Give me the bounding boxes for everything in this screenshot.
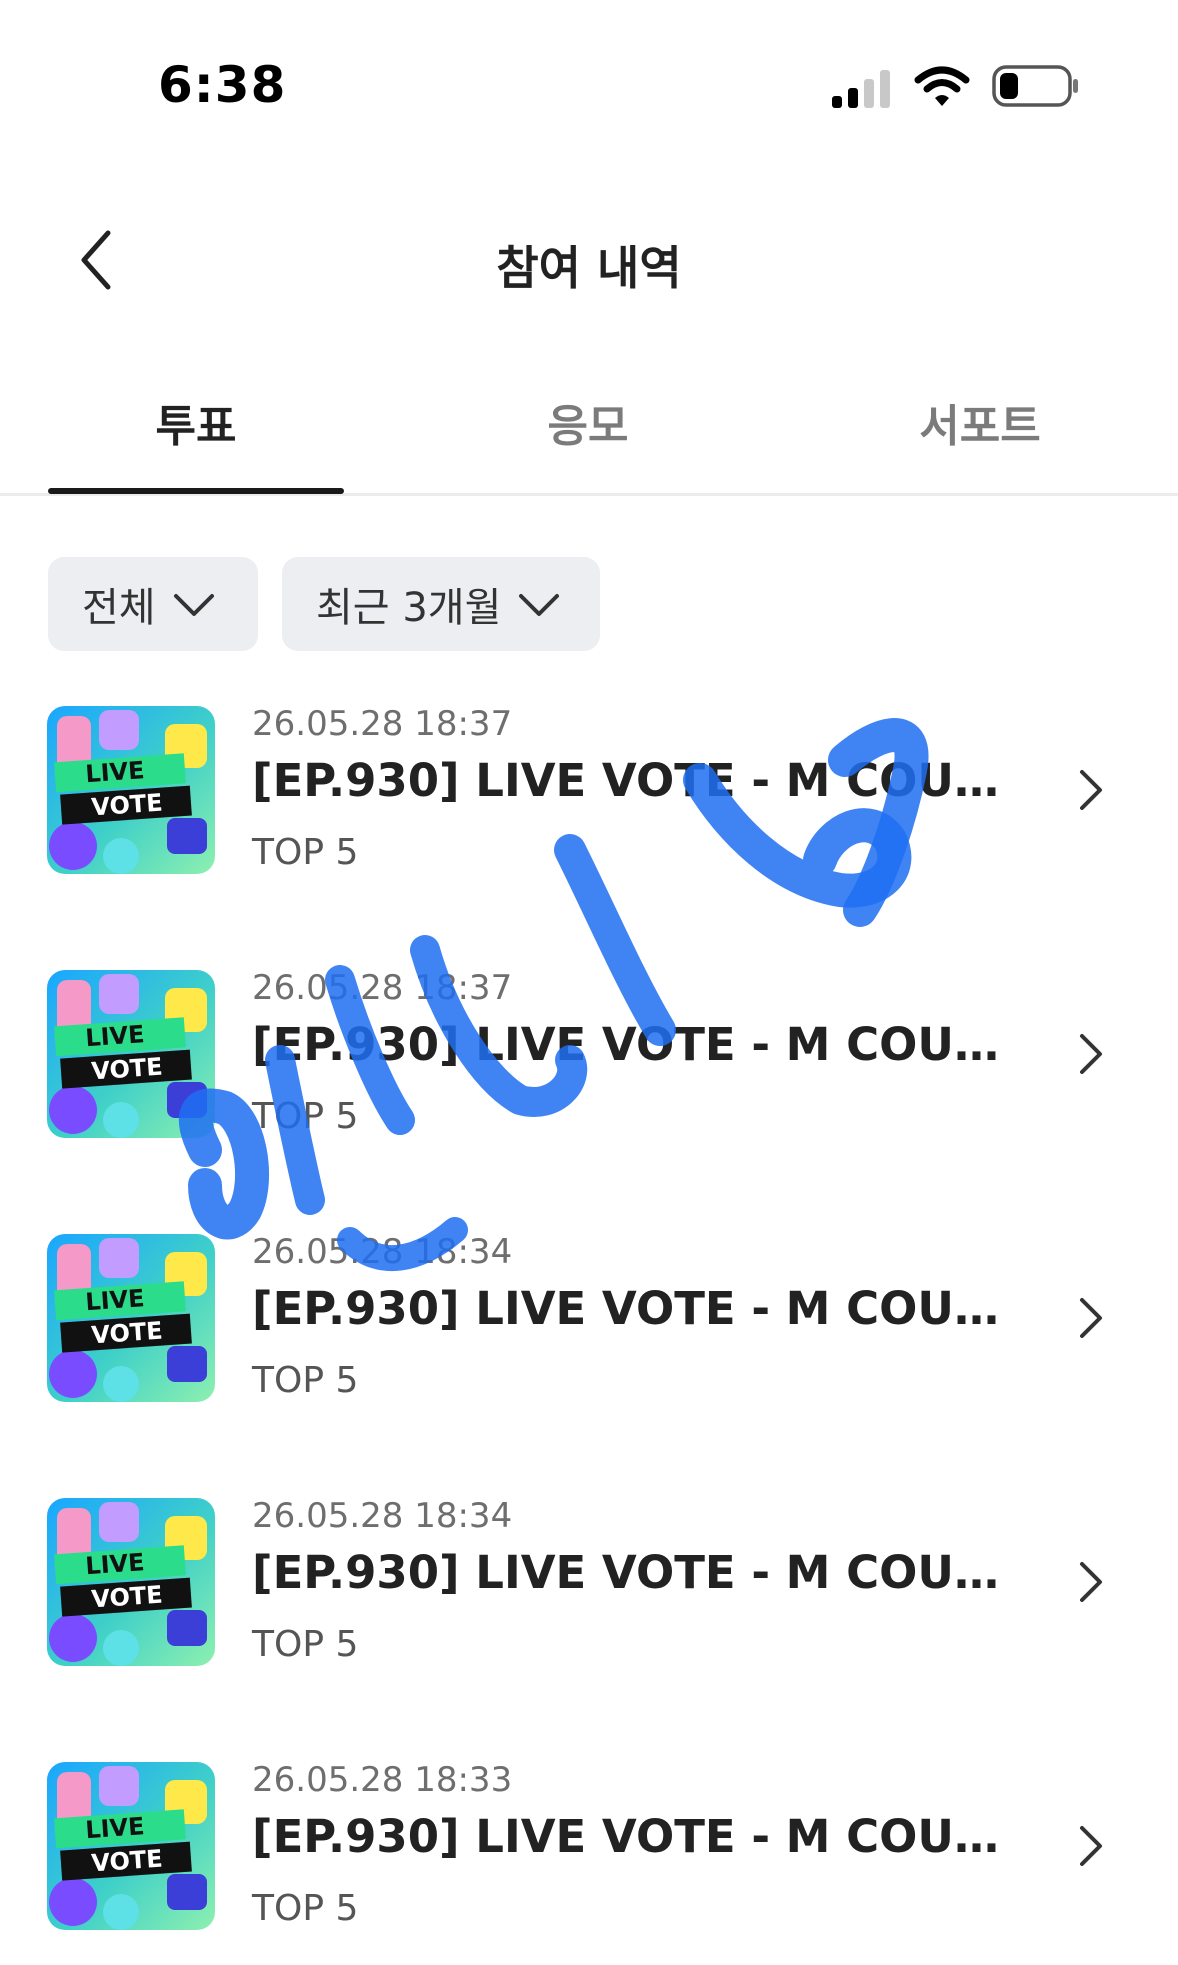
list-item[interactable]: LIVE VOTE 26.05.28 18:33 [EP.930] LIVE V… <box>0 1756 1178 1936</box>
item-title: [EP.930] LIVE VOTE - M COUNTDOWN <box>252 1282 1012 1335</box>
filter-category-label: 전체 <box>82 585 156 631</box>
svg-text:VOTE: VOTE <box>90 1845 163 1878</box>
chevron-right-icon <box>1080 1826 1102 1866</box>
item-subtitle: TOP 5 <box>252 1360 359 1401</box>
tab-entry[interactable]: 응모 <box>440 390 736 490</box>
status-time: 6:38 <box>158 56 287 114</box>
svg-text:LIVE: LIVE <box>84 1020 145 1052</box>
item-title: [EP.930] LIVE VOTE - M COUNTDOWN <box>252 754 1012 807</box>
live-vote-thumbnail: LIVE VOTE <box>47 1498 215 1666</box>
item-title: [EP.930] LIVE VOTE - M COUNTDOWN <box>252 1018 1012 1071</box>
status-icons <box>832 62 1082 112</box>
tab-vote[interactable]: 투표 <box>48 390 344 490</box>
page-title: 참여 내역 <box>496 241 682 295</box>
item-subtitle: TOP 5 <box>252 1096 359 1137</box>
svg-text:VOTE: VOTE <box>90 1053 163 1086</box>
chevron-down-icon <box>519 594 560 616</box>
item-date: 26.05.28 18:34 <box>252 1232 513 1272</box>
svg-text:VOTE: VOTE <box>90 1581 163 1614</box>
svg-text:LIVE: LIVE <box>84 1812 145 1844</box>
svg-text:VOTE: VOTE <box>90 789 163 822</box>
tab-indicator <box>48 488 344 494</box>
wifi-icon <box>914 66 970 106</box>
item-date: 26.05.28 18:37 <box>252 704 513 744</box>
svg-text:LIVE: LIVE <box>84 1548 145 1580</box>
chevron-down-icon <box>173 594 214 616</box>
item-date: 26.05.28 18:33 <box>252 1760 513 1800</box>
item-title: [EP.930] LIVE VOTE - M COUNTDOWN <box>252 1810 1012 1863</box>
status-bar: 6:38 <box>0 0 1178 150</box>
live-vote-thumbnail: LIVE VOTE <box>47 1234 215 1402</box>
svg-text:LIVE: LIVE <box>84 756 145 788</box>
chevron-right-icon <box>1080 1298 1102 1338</box>
chevron-right-icon <box>1080 1562 1102 1602</box>
item-title: [EP.930] LIVE VOTE - M COUNTDOWN <box>252 1546 1012 1599</box>
item-subtitle: TOP 5 <box>252 832 359 873</box>
list-item[interactable]: LIVE VOTE 26.05.28 18:34 [EP.930] LIVE V… <box>0 1228 1178 1408</box>
battery-icon <box>992 65 1078 107</box>
filter-period-label: 최근 3개월 <box>316 585 502 631</box>
filter-category-dropdown[interactable]: 전체 <box>48 557 258 651</box>
item-subtitle: TOP 5 <box>252 1888 359 1929</box>
live-vote-thumbnail: LIVE VOTE <box>47 1762 215 1930</box>
item-date: 26.05.28 18:37 <box>252 968 513 1008</box>
list-item[interactable]: LIVE VOTE 26.05.28 18:37 [EP.930] LIVE V… <box>0 964 1178 1144</box>
list-item[interactable]: LIVE VOTE 26.05.28 18:37 [EP.930] LIVE V… <box>0 700 1178 880</box>
svg-text:LIVE: LIVE <box>84 1284 145 1316</box>
item-date: 26.05.28 18:34 <box>252 1496 513 1536</box>
item-subtitle: TOP 5 <box>252 1624 359 1665</box>
signal-icon <box>832 70 890 108</box>
chevron-right-icon <box>1080 770 1102 810</box>
list-item[interactable]: LIVE VOTE 26.05.28 18:34 [EP.930] LIVE V… <box>0 1492 1178 1672</box>
tab-bar: 투표 응모 서포트 <box>0 370 1178 496</box>
live-vote-thumbnail: LIVE VOTE <box>47 970 215 1138</box>
live-vote-thumbnail: LIVE VOTE <box>47 706 215 874</box>
filter-period-dropdown[interactable]: 최근 3개월 <box>282 557 600 651</box>
tab-support[interactable]: 서포트 <box>832 390 1128 490</box>
svg-text:VOTE: VOTE <box>90 1317 163 1350</box>
chevron-right-icon <box>1080 1034 1102 1074</box>
nav-bar: 참여 내역 <box>0 210 1178 310</box>
